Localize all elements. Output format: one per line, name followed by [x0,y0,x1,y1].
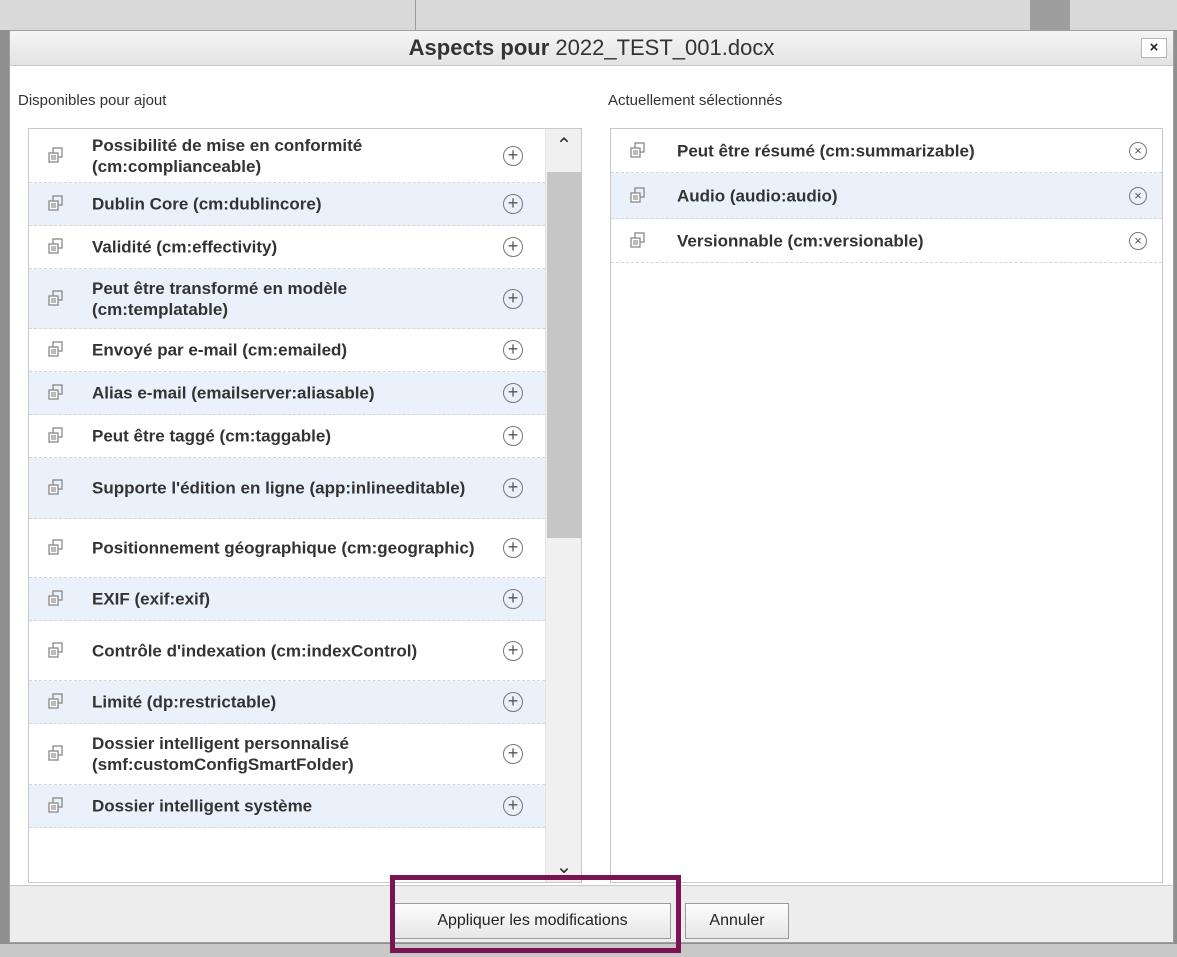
available-item-label: Dossier intelligent système [92,796,313,816]
add-circle-icon[interactable]: + [503,145,523,166]
available-item: Alias e-mail (emailserver:aliasable) + [29,372,545,415]
available-label: Disponibles pour ajout [18,92,167,109]
aspect-icon [629,186,647,205]
available-item-label: Alias e-mail (emailserver:aliasable) [92,383,375,403]
available-item-label: Supporte l'édition en ligne (app:inlinee… [92,478,466,498]
aspect-icon [47,693,65,711]
selected-item: Audio (audio:audio) × [611,173,1162,219]
scrollbar-thumb[interactable] [547,172,581,538]
add-circle-icon[interactable]: + [503,744,523,764]
selected-label: Actuellement sélectionnés [608,92,783,109]
aspect-icon [47,289,65,308]
available-item-label: Peut être transformé en modèle (cm:templ… [92,278,348,319]
add-circle-icon[interactable]: + [503,796,523,816]
close-icon: × [1149,39,1159,56]
remove-circle-icon[interactable]: × [1129,186,1147,205]
aspect-icon [629,141,647,160]
add-circle-icon[interactable]: + [503,589,523,609]
available-item-label: Possibilité de mise en conformité (cm:co… [92,135,363,176]
add-circle-icon[interactable]: + [503,692,523,712]
available-item: Positionnement géographique (cm:geograph… [29,519,545,578]
selected-items: Peut être résumé (cm:summarizable) × Audio… [611,129,1162,263]
available-item-label: Dublin Core (cm:dublincore) [92,194,322,214]
add-circle-icon[interactable]: + [503,288,523,309]
available-item: Contrôle d'indexation (cm:indexControl) + [29,621,545,681]
available-item-label: EXIF (exif:exif) [92,589,211,609]
available-item-label: Dossier intelligent personnalisé (smf:cu… [92,734,354,774]
add-circle-icon[interactable]: + [503,383,523,403]
selected-list: Peut être résumé (cm:summarizable) × Audio… [610,128,1163,883]
available-item: Validité (cm:effectivity) + [29,226,545,269]
available-list: Possibilité de mise en conformité (cm:co… [28,128,582,883]
aspect-icon [47,641,65,660]
available-items: Possibilité de mise en conformité (cm:co… [29,129,581,828]
add-circle-icon[interactable]: + [503,340,523,360]
aspect-icon [47,745,65,763]
available-item-label: Limité (dp:restrictable) [92,692,277,712]
close-button[interactable]: × [1141,38,1167,58]
available-item: Limité (dp:restrictable) + [29,681,545,724]
available-item-label: Peut être taggé (cm:taggable) [92,426,331,446]
available-item: EXIF (exif:exif) + [29,578,545,621]
selected-item: Peut être résumé (cm:summarizable) × [611,129,1162,173]
cancel-button[interactable]: Annuler [685,903,789,939]
remove-circle-icon[interactable]: × [1129,231,1147,250]
highlight-box [390,875,681,953]
aspect-icon [47,384,65,402]
aspect-icon [47,195,65,213]
available-item-label: Contrôle d'indexation (cm:indexControl) [92,641,418,660]
available-item-label: Validité (cm:effectivity) [92,237,278,257]
available-item: Dossier intelligent personnalisé (smf:cu… [29,724,545,785]
aspect-icon [47,146,65,165]
aspect-icon [47,797,65,815]
available-item: Envoyé par e-mail (cm:emailed) + [29,329,545,372]
available-item: Dossier intelligent système + [29,785,545,828]
background-block [1030,0,1070,30]
scrollbar[interactable]: ⌃ ⌄ [545,129,581,882]
add-circle-icon[interactable]: + [503,237,523,257]
available-item-label: Envoyé par e-mail (cm:emailed) [92,340,348,360]
available-item: Peut être taggé (cm:taggable) + [29,415,545,458]
dialog-header: Aspects pour 2022_TEST_001.docx × [10,31,1173,66]
selected-item: Versionnable (cm:versionable) × [611,219,1162,263]
selected-item-label: Peut être résumé (cm:summarizable) [677,141,975,160]
available-item: Possibilité de mise en conformité (cm:co… [29,129,545,183]
add-circle-icon[interactable]: + [503,640,523,661]
available-item: Supporte l'édition en ligne (app:inlinee… [29,458,545,519]
available-item-label: Positionnement géographique (cm:geograph… [92,538,475,558]
aspects-dialog: Aspects pour 2022_TEST_001.docx × Dispon… [9,30,1174,943]
remove-circle-icon[interactable]: × [1129,141,1147,160]
selected-item-label: Audio (audio:audio) [677,186,838,205]
background-divider [415,0,416,30]
aspect-icon [47,341,65,359]
selected-item-label: Versionnable (cm:versionable) [677,231,924,250]
dialog-title-prefix: Aspects pour [408,35,550,60]
aspect-icon [47,539,65,557]
aspect-icon [629,231,647,250]
aspect-icon [47,238,65,256]
add-circle-icon[interactable]: + [503,194,523,214]
aspect-icon [47,427,65,445]
aspect-icon [47,590,65,608]
background-app-header [0,0,1177,30]
dialog-title-file: 2022_TEST_001.docx [555,35,775,60]
add-circle-icon[interactable]: + [503,426,523,446]
add-circle-icon[interactable]: + [503,478,523,498]
available-item: Peut être transformé en modèle (cm:templ… [29,269,545,329]
available-item: Dublin Core (cm:dublincore) + [29,183,545,226]
aspect-icon [47,479,65,497]
add-circle-icon[interactable]: + [503,538,523,558]
chevron-up-icon[interactable]: ⌃ [546,131,581,161]
